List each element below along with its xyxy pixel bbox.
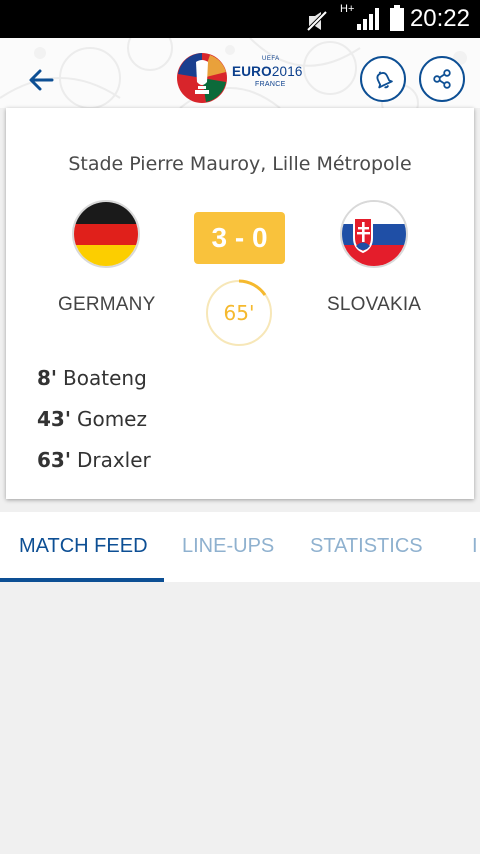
logo-country-text: FRANCE xyxy=(255,81,286,88)
goal-minute: 43' xyxy=(37,407,71,431)
notification-button[interactable] xyxy=(360,56,406,102)
goal-scorer: Draxler xyxy=(76,448,151,472)
match-card: Stade Pierre Mauroy, Lille Métropole 3 -… xyxy=(6,108,474,499)
slovakia-flag-icon xyxy=(340,200,408,268)
goal-item: 8' Boateng xyxy=(37,366,151,407)
back-button[interactable] xyxy=(22,60,62,100)
score-badge: 3 - 0 xyxy=(194,212,285,264)
back-arrow-icon xyxy=(29,69,54,91)
tab-line-ups[interactable]: LINE-UPS xyxy=(182,535,274,558)
goal-scorer: Gomez xyxy=(76,407,147,431)
tab-statistics[interactable]: STATISTICS xyxy=(310,535,423,558)
away-team-name: SLOVAKIA xyxy=(327,294,422,315)
tab-match-feed[interactable]: MATCH FEED xyxy=(19,535,148,558)
tab-overflow[interactable]: I xyxy=(472,535,478,558)
goal-item: 43' Gomez xyxy=(37,407,151,448)
app-header: UEFA EURO2016 FRANCE xyxy=(0,38,480,108)
clock: 20:22 xyxy=(409,5,470,32)
goal-scorer: Boateng xyxy=(63,366,147,390)
share-button[interactable] xyxy=(419,56,465,102)
home-team-name: GERMANY xyxy=(58,294,156,315)
tab-bar: MATCH FEED LINE-UPS STATISTICS I xyxy=(0,512,480,582)
network-type-label: H+ xyxy=(340,3,355,15)
logo-euro: EURO xyxy=(232,64,272,79)
match-minute: 65' xyxy=(223,301,255,325)
bell-icon xyxy=(376,71,393,89)
germany-flag-icon xyxy=(72,200,140,268)
mute-icon xyxy=(306,10,328,32)
battery-icon xyxy=(390,5,404,31)
match-feed-content xyxy=(0,582,480,854)
goal-minute: 8' xyxy=(37,366,58,390)
status-bar: H+ 20:22 xyxy=(0,0,480,38)
trophy-emblem-icon xyxy=(177,53,227,103)
goal-item: 63' Draxler xyxy=(37,448,151,489)
logo-uefa-text: UEFA xyxy=(262,56,280,62)
logo-year: 2016 xyxy=(271,64,303,79)
venue-label: Stade Pierre Mauroy, Lille Métropole xyxy=(68,153,412,175)
germany-flag-graphic xyxy=(74,202,138,266)
share-icon xyxy=(433,69,451,89)
goal-list: 8' Boateng 43' Gomez 63' Draxler xyxy=(37,366,151,489)
signal-icon xyxy=(357,8,379,30)
logo-euro-text: EURO2016 xyxy=(232,65,303,79)
goal-minute: 63' xyxy=(37,448,71,472)
euro2016-logo: UEFA EURO2016 FRANCE xyxy=(176,52,308,104)
slovakia-flag-graphic xyxy=(342,202,406,266)
